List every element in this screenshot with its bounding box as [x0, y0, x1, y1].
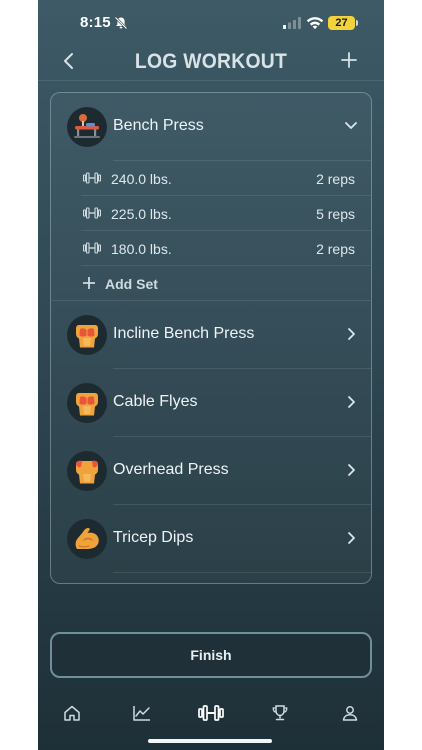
dumbbell-icon[interactable] [198, 704, 224, 722]
set-reps: 2 reps [316, 171, 355, 187]
exercise-row-overhead-press[interactable]: Overhead Press [51, 437, 371, 505]
dumbbell-icon [83, 242, 101, 254]
row-divider [113, 572, 371, 573]
add-set-button[interactable]: Add Set [51, 267, 371, 301]
chevron-right-icon[interactable] [345, 395, 357, 409]
profile-icon[interactable] [340, 704, 360, 722]
set-row[interactable]: 180.0 lbs. 2 reps [51, 231, 371, 266]
exercise-name: Bench Press [113, 117, 204, 134]
exercise-name: Cable Flyes [113, 393, 198, 410]
exercise-row-bench-press[interactable]: Bench Press [51, 93, 371, 161]
finish-button[interactable]: Finish [50, 632, 372, 678]
dumbbell-icon [83, 207, 101, 219]
dumbbell-icon [83, 172, 101, 184]
set-row[interactable]: 240.0 lbs. 2 reps [51, 161, 371, 196]
exercise-avatar [67, 383, 107, 423]
flexed-biceps-icon [75, 528, 99, 549]
chevron-down-icon[interactable] [345, 119, 357, 133]
bench-press-icon [74, 114, 100, 138]
chevron-right-icon[interactable] [345, 531, 357, 545]
exercise-name: Incline Bench Press [113, 325, 255, 342]
row-divider [81, 265, 371, 266]
home-icon[interactable] [62, 704, 82, 722]
status-time: 8:15 [80, 14, 111, 31]
exercise-name: Overhead Press [113, 461, 229, 478]
shoulder-muscle-icon [76, 460, 98, 484]
set-weight: 180.0 lbs. [111, 241, 172, 257]
nav-bar: LOG WORKOUT [38, 44, 384, 80]
wifi-icon [306, 17, 324, 30]
exercise-avatar [67, 315, 107, 355]
exercise-avatar [67, 519, 107, 559]
set-weight: 240.0 lbs. [111, 171, 172, 187]
trophy-icon[interactable] [270, 704, 290, 722]
set-reps: 2 reps [316, 241, 355, 257]
plus-icon [83, 277, 95, 289]
tab-bar [38, 698, 384, 728]
chest-muscle-icon [76, 393, 98, 416]
exercise-name: Tricep Dips [113, 529, 194, 546]
set-reps: 5 reps [316, 206, 355, 222]
cellular-signal-icon [283, 17, 301, 29]
exercise-row-incline-bench-press[interactable]: Incline Bench Press [51, 301, 371, 369]
exercise-row-tricep-dips[interactable]: Tricep Dips [51, 505, 371, 573]
nav-divider [38, 80, 384, 81]
exercise-avatar [67, 107, 107, 147]
add-exercise-icon[interactable] [340, 51, 358, 69]
chevron-right-icon[interactable] [345, 327, 357, 341]
home-indicator [148, 739, 272, 743]
add-set-label: Add Set [105, 276, 158, 292]
set-weight: 225.0 lbs. [111, 206, 172, 222]
battery-indicator: 27 [328, 16, 358, 30]
chart-icon[interactable] [132, 704, 152, 722]
phone-screen: 8:15 27 LOG WORKOUT Bench Press 240.0 lb… [38, 0, 384, 750]
exercise-avatar [67, 451, 107, 491]
workout-card: Bench Press 240.0 lbs. 2 reps 225.0 lbs.… [50, 92, 372, 584]
status-bar: 8:15 27 [38, 14, 384, 34]
chest-muscle-icon [76, 325, 98, 348]
bell-muted-icon [114, 16, 128, 30]
chevron-right-icon[interactable] [345, 463, 357, 477]
exercise-row-cable-flyes[interactable]: Cable Flyes [51, 369, 371, 437]
page-title: LOG WORKOUT [134, 50, 288, 73]
set-row[interactable]: 225.0 lbs. 5 reps [51, 196, 371, 231]
